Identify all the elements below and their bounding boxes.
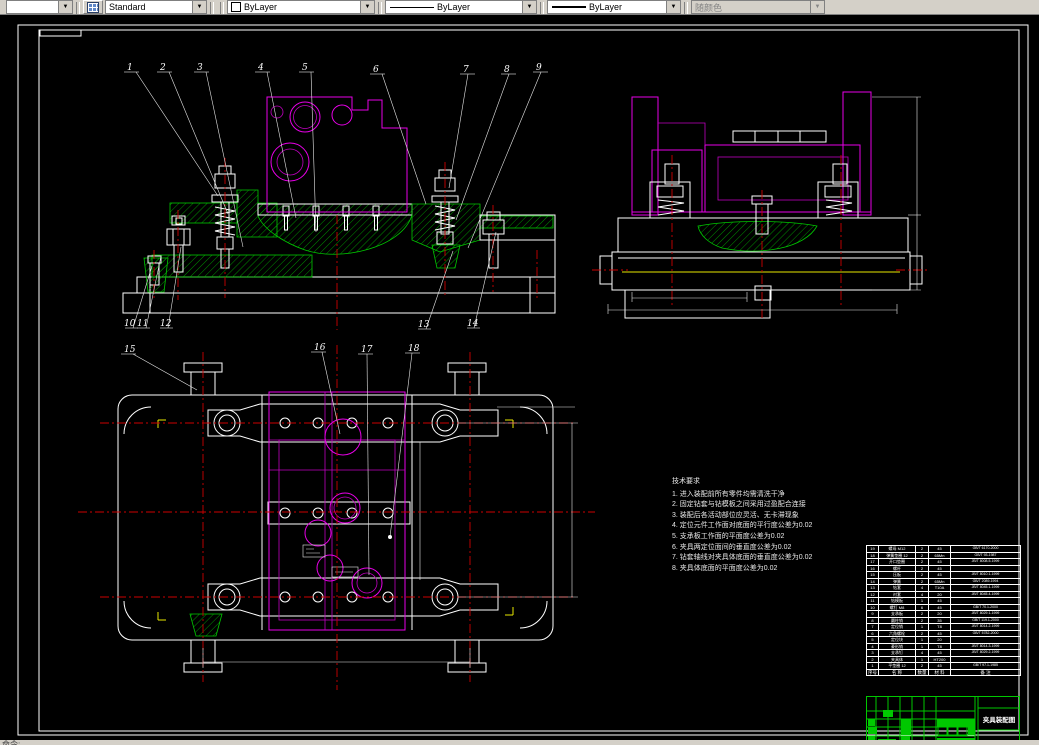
front-section-view: 1 2 3 4 5 6 7 8 9 10 11 12 13 14 [122, 63, 556, 330]
callout-4: 4 [257, 63, 264, 73]
bom-rows: 19 螺母 M12 2 45 GB/T 6170-2000 18 弹簧垫圈 12… [866, 545, 1021, 670]
layer-combo[interactable]: ▼ [6, 0, 73, 14]
command-line[interactable]: 命令: [0, 740, 1039, 745]
callout-16: 16 [314, 343, 326, 353]
callout-10: 10 [124, 319, 136, 329]
callout-9: 9 [536, 63, 542, 73]
callout-6: 6 [373, 65, 379, 75]
middle-clamp-bar [267, 501, 411, 525]
callout-7: 7 [463, 65, 469, 75]
chevron-down-icon[interactable]: ▼ [522, 1, 536, 13]
chevron-down-icon[interactable]: ▼ [192, 1, 206, 13]
callout-3: 3 [197, 63, 203, 73]
top-clamp-bar [207, 403, 499, 443]
plan-callout-leaders [121, 351, 420, 576]
callout-15: 15 [124, 345, 136, 355]
note-line: 2. 固定钻套与钻模板之间采用过盈配合连接 [672, 501, 806, 509]
title-block: 夹具装配图 [866, 696, 1020, 745]
lineweight-combo[interactable]: ByLayer ▼ [547, 0, 681, 14]
callout-18: 18 [408, 344, 420, 354]
plotstyle-combo-value: 随颜色 [695, 2, 723, 13]
drawing-title: 夹具装配图 [983, 715, 1016, 724]
callout-14: 14 [467, 319, 479, 329]
toolbar-separator [684, 2, 688, 14]
chevron-down-icon[interactable]: ▼ [360, 1, 374, 13]
note-line: 8. 夹具体底面的平面度公差为0.02 [672, 564, 778, 572]
toolbar-separator [378, 2, 382, 14]
toolbar-separator [220, 2, 224, 14]
workpiece-front [266, 96, 408, 213]
linetype-combo-value: ByLayer [437, 2, 471, 12]
toolbar-separator [210, 2, 214, 14]
plotstyle-combo: 随颜色 ▼ [691, 0, 825, 14]
app-window: ▼ Standard ▼ ByLayer ▼ ByLayer ▼ ByLayer… [0, 0, 1039, 745]
chevron-down-icon[interactable]: ▼ [58, 1, 72, 13]
style-combo-value: Standard [109, 2, 146, 12]
note-line: 7. 钻套轴线对夹具体底面的垂直度公差为0.02 [672, 554, 813, 562]
color-combo[interactable]: ByLayer ▼ [227, 0, 375, 14]
color-combo-value: ByLayer [244, 2, 278, 12]
bom-header-remark: 备 注 [950, 668, 1021, 676]
plan-view: 15 16 17 18 [78, 343, 595, 690]
notes-list: 1. 进入装配前所有零件均需清洗干净 2. 固定钻套与钻模板之间采用过盈配合连接 3… [672, 490, 862, 575]
side-view [592, 91, 930, 320]
callout-8: 8 [504, 65, 510, 75]
drawing-canvas[interactable]: 1 2 3 4 5 6 7 8 9 10 11 12 13 14 15 16 1… [0, 14, 1039, 745]
note-line: 1. 进入装配前所有零件均需清洗干净 [672, 490, 785, 498]
bom-header-material: 材 料 [928, 668, 951, 676]
style-combo[interactable]: Standard ▼ [105, 0, 207, 14]
command-prompt: 命令: [2, 740, 21, 745]
bom-header-qty: 数量 [915, 668, 929, 676]
note-line: 5. 支承板工作面的平面度公差为0.02 [672, 532, 785, 540]
callout-12: 12 [160, 319, 172, 329]
style-table-icon [87, 1, 99, 13]
toolbar: ▼ Standard ▼ ByLayer ▼ ByLayer ▼ ByLayer… [0, 0, 1039, 15]
bom-header-row: 序号 名 称 数量 材 料 备 注 [866, 668, 1021, 676]
callout-2: 2 [159, 63, 166, 73]
linetype-glyph [390, 6, 434, 8]
note-line: 4. 定位元件工作面对底面的平行度公差为0.02 [672, 522, 813, 530]
callout-5: 5 [302, 63, 308, 73]
text-style-button[interactable] [83, 0, 103, 14]
notes-title: 技术要求 [672, 478, 700, 485]
callout-11: 11 [137, 319, 148, 329]
bom-table: 19 螺母 M12 2 45 GB/T 6170-2000 18 弹簧垫圈 12… [866, 545, 1021, 676]
callout-17: 17 [361, 345, 373, 355]
side-dimensions [607, 96, 921, 314]
technical-notes: 技术要求 1. 进入装配前所有零件均需清洗干净 2. 固定钻套与钻模板之间采用过盈… [672, 477, 862, 574]
toolbar-separator [540, 2, 544, 14]
bottom-clamp-bar [207, 577, 499, 617]
chevron-down-icon: ▼ [810, 1, 824, 13]
lineweight-glyph [552, 6, 586, 8]
note-line: 6. 夹具两定位面间的垂直度公差为0.02 [672, 543, 792, 551]
color-swatch [231, 2, 241, 12]
chevron-down-icon[interactable]: ▼ [666, 1, 680, 13]
note-line: 3. 装配后各活动部位应灵活、无卡滞现象 [672, 511, 799, 519]
callout-1: 1 [127, 63, 133, 73]
bom-header-no: 序号 [866, 668, 879, 676]
toolbar-separator [76, 2, 80, 14]
callout-13: 13 [418, 320, 430, 330]
lineweight-combo-value: ByLayer [589, 2, 623, 12]
linetype-combo[interactable]: ByLayer ▼ [385, 0, 537, 14]
bom-header-name: 名 称 [878, 668, 916, 676]
